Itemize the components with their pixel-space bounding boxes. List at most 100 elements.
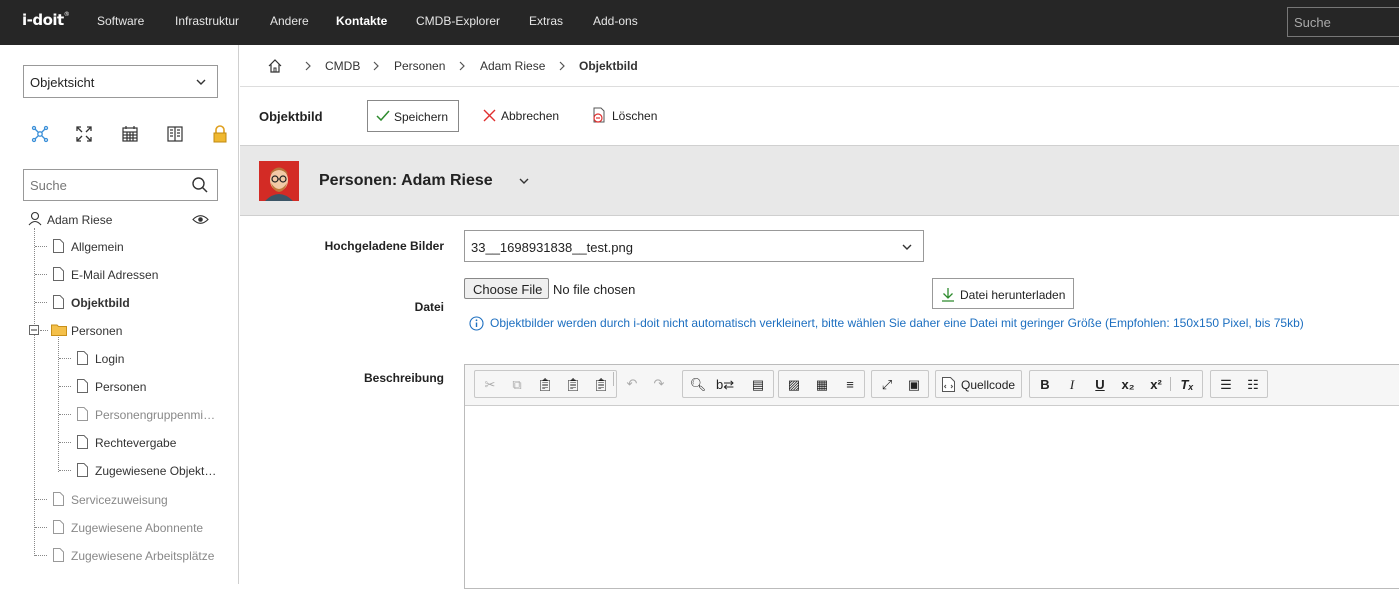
nav-software[interactable]: Software bbox=[97, 14, 144, 28]
tree-item-rechtevergabe[interactable]: Rechtevergabe bbox=[95, 436, 176, 450]
eye-icon[interactable] bbox=[192, 214, 209, 225]
subscript-icon[interactable]: x₂ bbox=[1119, 376, 1137, 394]
horizontal-line-icon[interactable]: ≡ bbox=[841, 376, 859, 394]
file-icon bbox=[53, 267, 64, 281]
nav-infrastruktur[interactable]: Infrastruktur bbox=[175, 14, 239, 28]
tree-item-abonnenten[interactable]: Zugewiesene Abonnente bbox=[71, 521, 203, 535]
tree-item-allgemein[interactable]: Allgemein bbox=[71, 240, 124, 254]
search-icon[interactable] bbox=[191, 176, 209, 194]
paste-text-icon[interactable]: 📋︎ bbox=[564, 376, 582, 394]
delete-icon bbox=[593, 107, 605, 123]
collapse-icon[interactable] bbox=[29, 325, 39, 335]
nav-andere[interactable]: Andere bbox=[270, 14, 309, 28]
file-label: Datei bbox=[414, 300, 444, 314]
breadcrumb-cmdb[interactable]: CMDB bbox=[325, 59, 360, 73]
chevron-right-icon bbox=[459, 61, 465, 71]
copy-icon[interactable]: ⧉ bbox=[508, 376, 526, 394]
remove-format-icon[interactable]: Tₓ bbox=[1178, 376, 1196, 394]
tree-folder-personen[interactable]: Personen bbox=[71, 324, 122, 338]
object-title: Personen: Adam Riese bbox=[319, 172, 493, 189]
view-group: ⤢ ▣ bbox=[871, 370, 929, 398]
image-icon[interactable]: ▨ bbox=[785, 376, 803, 394]
tree-item-personengruppen[interactable]: Personengruppenmi… bbox=[95, 408, 215, 422]
close-icon bbox=[483, 109, 496, 122]
breadcrumb-adam-riese[interactable]: Adam Riese bbox=[480, 59, 545, 73]
category-title: Objektbild bbox=[259, 109, 323, 124]
file-icon bbox=[53, 520, 64, 534]
delete-button[interactable]: Löschen bbox=[612, 109, 657, 123]
table-icon[interactable]: ▦ bbox=[813, 376, 831, 394]
chevron-down-icon[interactable] bbox=[518, 176, 530, 186]
home-icon[interactable] bbox=[267, 58, 283, 74]
cancel-button[interactable]: Abbrechen bbox=[501, 109, 559, 123]
cut-icon[interactable]: ✂ bbox=[481, 376, 499, 394]
tree-item-objektbild[interactable]: Objektbild bbox=[71, 296, 130, 310]
history-group: ↶ ↷ bbox=[613, 370, 673, 398]
search-icon[interactable]: 🔍︎ bbox=[689, 376, 707, 394]
choose-file-button[interactable]: Choose File bbox=[464, 278, 549, 299]
tree-item-email[interactable]: E-Mail Adressen bbox=[71, 268, 158, 282]
nav-extras[interactable]: Extras bbox=[529, 14, 563, 28]
chevron-right-icon bbox=[373, 61, 379, 71]
save-button[interactable]: Speichern bbox=[367, 100, 459, 132]
bulleted-list-icon[interactable]: ☷ bbox=[1244, 376, 1262, 394]
chevron-right-icon bbox=[305, 61, 311, 71]
top-navigation: i-doit® Software Infrastruktur Andere Ko… bbox=[0, 0, 1399, 45]
list-group: ☰ ☷ bbox=[1210, 370, 1268, 398]
source-group[interactable]: Quellcode bbox=[935, 370, 1022, 398]
view-select[interactable]: Objektsicht bbox=[23, 65, 218, 98]
file-icon bbox=[53, 239, 64, 253]
numbered-list-icon[interactable]: ☰ bbox=[1217, 376, 1235, 394]
download-file-button[interactable]: Datei herunterladen bbox=[932, 278, 1074, 309]
source-button-label: Quellcode bbox=[961, 378, 1016, 392]
select-all-icon[interactable]: ▤ bbox=[749, 376, 767, 394]
tree-item-zugewiesene-objekte[interactable]: Zugewiesene Objekt… bbox=[95, 464, 216, 478]
sidebar-search-placeholder: Suche bbox=[30, 178, 67, 193]
sidebar-search-input[interactable]: Suche bbox=[23, 169, 218, 201]
file-icon bbox=[77, 351, 88, 365]
download-icon bbox=[942, 288, 954, 302]
replace-icon[interactable]: b⇄ bbox=[716, 376, 734, 394]
show-blocks-icon[interactable]: ▣ bbox=[905, 376, 923, 394]
editor-toolbar: ✂ ⧉ 📋︎ 📋︎ 📋︎ ↶ ↷ 🔍︎ b⇄ ▤ ▨ ▦ ≡ ⤢ ▣ Quell… bbox=[465, 365, 1399, 406]
undo-icon[interactable]: ↶ bbox=[623, 375, 641, 393]
chevron-right-icon bbox=[559, 61, 565, 71]
underline-icon[interactable]: U bbox=[1091, 376, 1109, 394]
uploaded-images-select[interactable]: 33__1698931838__test.png bbox=[464, 230, 924, 262]
tree-item-personen[interactable]: Personen bbox=[95, 380, 146, 394]
person-icon bbox=[28, 211, 42, 226]
nav-addons[interactable]: Add-ons bbox=[593, 14, 638, 28]
chevron-down-icon bbox=[196, 79, 206, 85]
redo-icon[interactable]: ↷ bbox=[650, 375, 668, 393]
top-search-input[interactable]: Suche bbox=[1287, 7, 1399, 37]
tree-item-arbeitsplaetze[interactable]: Zugewiesene Arbeitsplätze bbox=[71, 549, 214, 563]
tree-item-servicezuweisung[interactable]: Servicezuweisung bbox=[71, 493, 168, 507]
calendar-icon[interactable] bbox=[120, 124, 140, 144]
find-group: 🔍︎ b⇄ ▤ bbox=[682, 370, 774, 398]
chevron-down-icon bbox=[902, 244, 912, 250]
rich-text-editor[interactable]: ✂ ⧉ 📋︎ 📋︎ 📋︎ ↶ ↷ 🔍︎ b⇄ ▤ ▨ ▦ ≡ ⤢ ▣ Quell… bbox=[464, 364, 1399, 589]
lock-icon[interactable] bbox=[210, 124, 230, 144]
uploaded-images-label: Hochgeladene Bilder bbox=[324, 239, 444, 253]
tree-root-adam-riese[interactable]: Adam Riese bbox=[47, 213, 112, 227]
maximize-icon[interactable]: ⤢ bbox=[878, 376, 896, 394]
nav-kontakte[interactable]: Kontakte bbox=[336, 14, 387, 28]
italic-icon[interactable]: I bbox=[1063, 376, 1081, 394]
download-label: Datei herunterladen bbox=[960, 288, 1066, 302]
file-icon bbox=[77, 407, 88, 421]
avatar-image bbox=[259, 161, 299, 201]
idoit-logo[interactable]: i-doit® bbox=[22, 11, 70, 29]
action-bar: Objektbild Speichern Abbrechen Löschen bbox=[240, 88, 1399, 145]
expand-icon[interactable] bbox=[74, 124, 94, 144]
object-header: Personen: Adam Riese bbox=[240, 145, 1399, 216]
tree-item-login[interactable]: Login bbox=[95, 352, 124, 366]
book-icon[interactable] bbox=[165, 124, 185, 144]
network-icon[interactable] bbox=[30, 124, 50, 144]
nav-cmdb-explorer[interactable]: CMDB-Explorer bbox=[416, 14, 500, 28]
superscript-icon[interactable]: x² bbox=[1147, 376, 1165, 394]
paste-icon[interactable]: 📋︎ bbox=[536, 376, 554, 394]
bold-icon[interactable]: B bbox=[1036, 376, 1054, 394]
format-group: B I U x₂ x² Tₓ bbox=[1029, 370, 1203, 398]
paste-word-icon[interactable]: 📋︎ bbox=[592, 376, 610, 394]
breadcrumb-personen[interactable]: Personen bbox=[394, 59, 445, 73]
